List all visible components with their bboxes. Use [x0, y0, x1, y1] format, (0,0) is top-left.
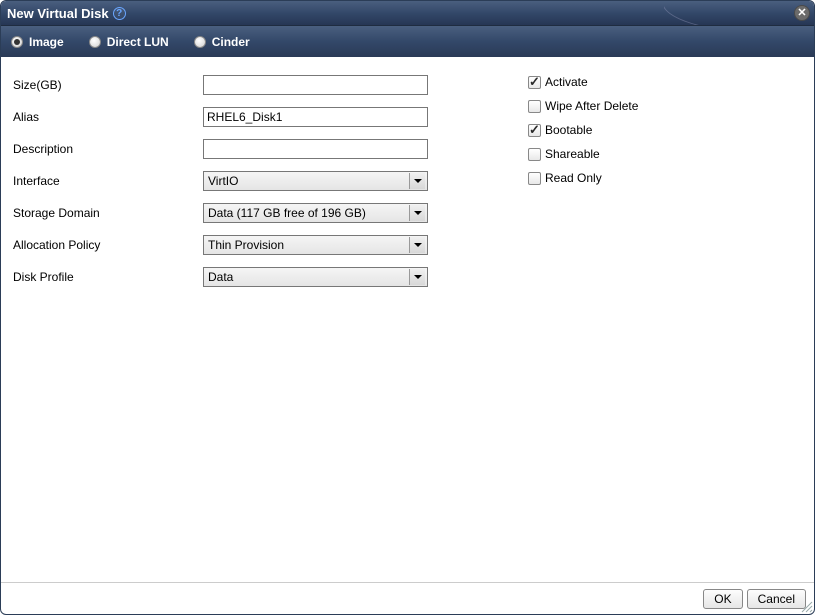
- allocation-policy-select[interactable]: Thin Provision: [203, 235, 428, 255]
- close-icon[interactable]: ✕: [794, 5, 810, 21]
- checkbox-label: Shareable: [545, 147, 600, 161]
- interface-label: Interface: [13, 174, 203, 188]
- chevron-down-icon: [409, 269, 425, 285]
- select-value: Thin Provision: [208, 238, 284, 252]
- tab-label: Direct LUN: [107, 35, 169, 49]
- alias-label: Alias: [13, 110, 203, 124]
- dialog-content: Size(GB) Alias Description Interface Vir…: [1, 57, 814, 582]
- dialog-title: New Virtual Disk: [7, 6, 109, 21]
- dialog-footer: OK Cancel: [1, 582, 814, 614]
- ok-button[interactable]: OK: [703, 589, 742, 609]
- help-icon[interactable]: ?: [113, 7, 126, 20]
- description-label: Description: [13, 142, 203, 156]
- titlebar: New Virtual Disk ? ✕: [1, 1, 814, 25]
- tab-label: Image: [29, 35, 64, 49]
- checkbox-label: Bootable: [545, 123, 592, 137]
- tab-cinder[interactable]: Cinder: [194, 35, 250, 49]
- storage-domain-label: Storage Domain: [13, 206, 203, 220]
- storage-domain-select[interactable]: Data (117 GB free of 196 GB): [203, 203, 428, 223]
- radio-icon: [89, 36, 101, 48]
- activate-checkbox[interactable]: [528, 76, 541, 89]
- select-value: Data: [208, 270, 233, 284]
- wipe-row: Wipe After Delete: [528, 99, 638, 113]
- form-fields: Size(GB) Alias Description Interface Vir…: [13, 75, 433, 287]
- shareable-row: Shareable: [528, 147, 638, 161]
- bootable-row: Bootable: [528, 123, 638, 137]
- chevron-down-icon: [409, 237, 425, 253]
- bootable-checkbox[interactable]: [528, 124, 541, 137]
- chevron-down-icon: [409, 205, 425, 221]
- select-value: VirtIO: [208, 174, 238, 188]
- shareable-checkbox[interactable]: [528, 148, 541, 161]
- select-value: Data (117 GB free of 196 GB): [208, 206, 366, 220]
- disk-type-tabs: Image Direct LUN Cinder: [1, 25, 814, 57]
- allocation-policy-label: Allocation Policy: [13, 238, 203, 252]
- size-input[interactable]: [203, 75, 428, 95]
- readonly-row: Read Only: [528, 171, 638, 185]
- interface-select[interactable]: VirtIO: [203, 171, 428, 191]
- resize-grip-icon[interactable]: [799, 599, 813, 613]
- chevron-down-icon: [409, 173, 425, 189]
- radio-icon: [11, 36, 23, 48]
- alias-input[interactable]: [203, 107, 428, 127]
- titlebar-decoration: [664, 1, 784, 25]
- checkbox-label: Activate: [545, 75, 588, 89]
- disk-profile-label: Disk Profile: [13, 270, 203, 284]
- checkbox-label: Read Only: [545, 171, 602, 185]
- disk-profile-select[interactable]: Data: [203, 267, 428, 287]
- checkbox-label: Wipe After Delete: [545, 99, 638, 113]
- wipe-checkbox[interactable]: [528, 100, 541, 113]
- description-input[interactable]: [203, 139, 428, 159]
- cancel-button[interactable]: Cancel: [747, 589, 806, 609]
- radio-icon: [194, 36, 206, 48]
- checkbox-group: Activate Wipe After Delete Bootable Shar…: [528, 75, 638, 185]
- tab-direct-lun[interactable]: Direct LUN: [89, 35, 169, 49]
- activate-row: Activate: [528, 75, 638, 89]
- readonly-checkbox[interactable]: [528, 172, 541, 185]
- new-virtual-disk-dialog: New Virtual Disk ? ✕ Image Direct LUN Ci…: [0, 0, 815, 615]
- tab-label: Cinder: [212, 35, 250, 49]
- tab-image[interactable]: Image: [11, 35, 64, 49]
- size-label: Size(GB): [13, 78, 203, 92]
